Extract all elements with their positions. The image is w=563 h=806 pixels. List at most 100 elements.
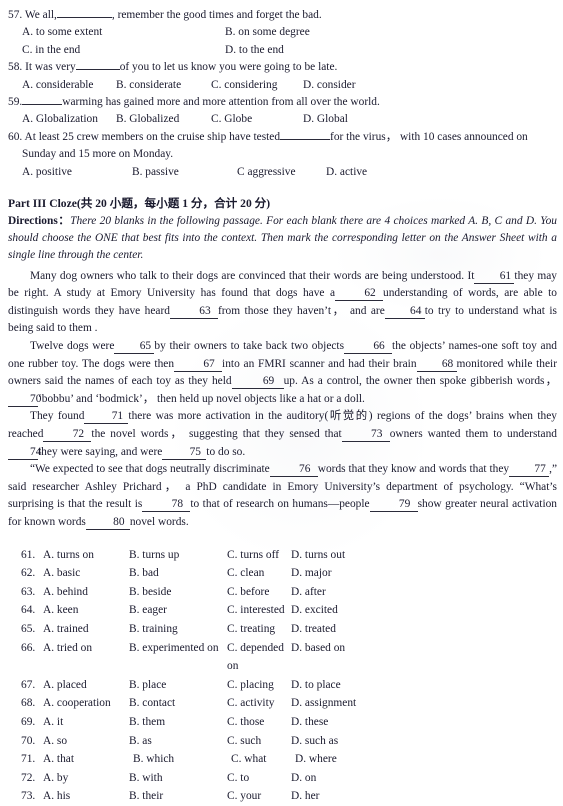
- choice-option-a[interactable]: A. it: [43, 713, 129, 732]
- choice-option-c[interactable]: C. placing: [227, 676, 291, 695]
- choice-option-a[interactable]: A. placed: [43, 676, 129, 695]
- cloze-blank-71[interactable]: 71: [84, 409, 129, 425]
- choice-option-d[interactable]: D. based on: [291, 639, 381, 676]
- option-d[interactable]: D. active: [326, 164, 367, 181]
- choice-option-c[interactable]: C. activity: [227, 694, 291, 713]
- choice-option-d[interactable]: D. to place: [291, 676, 381, 695]
- choice-option-b[interactable]: B. them: [129, 713, 227, 732]
- choice-option-d[interactable]: D. turns out: [291, 546, 381, 565]
- choice-option-a[interactable]: A. trained: [43, 620, 129, 639]
- choice-option-b[interactable]: B. their: [129, 787, 227, 806]
- choice-option-d[interactable]: D. assignment: [291, 694, 381, 713]
- choice-option-d[interactable]: D. her: [291, 787, 381, 806]
- option-a[interactable]: A. to some extent: [22, 24, 225, 41]
- choice-option-b[interactable]: B. place: [129, 676, 227, 695]
- cloze-blank-70[interactable]: 70: [8, 392, 41, 407]
- choice-option-b[interactable]: B. beside: [129, 583, 227, 602]
- choice-option-a[interactable]: A. his: [43, 787, 129, 806]
- cloze-blank-74[interactable]: 74: [8, 445, 41, 460]
- question-60: 60. At least 25 crew members on the crui…: [8, 129, 557, 181]
- option-a[interactable]: A. positive: [22, 164, 132, 181]
- choice-option-b[interactable]: B. experimented on: [129, 639, 227, 676]
- choice-option-a[interactable]: A. that: [43, 750, 129, 769]
- choice-option-b[interactable]: B. bad: [129, 564, 227, 583]
- cloze-blank-73[interactable]: 73: [341, 427, 390, 443]
- cloze-blank-62[interactable]: 62: [335, 286, 384, 302]
- choice-option-c[interactable]: C. those: [227, 713, 291, 732]
- choice-option-d[interactable]: D. where: [295, 750, 385, 769]
- choice-option-c[interactable]: C. to: [227, 769, 291, 788]
- cloze-blank-68[interactable]: 68: [416, 357, 457, 372]
- cloze-blank-67[interactable]: 67: [174, 357, 223, 372]
- option-b[interactable]: B. considerate: [116, 77, 211, 94]
- choice-option-c[interactable]: C. clean: [227, 564, 291, 583]
- choice-option-b[interactable]: B. eager: [129, 601, 227, 620]
- cloze-blank-61[interactable]: 61: [474, 269, 515, 284]
- passage-text: words that they know and words that they: [317, 463, 510, 476]
- choice-option-d[interactable]: D. after: [291, 583, 381, 602]
- option-c[interactable]: C aggressive: [237, 164, 326, 181]
- choice-option-a[interactable]: A. so: [43, 732, 129, 751]
- choice-row: 66. A. tried on B. experimented on C. de…: [8, 639, 557, 676]
- option-b[interactable]: B. on some degree: [225, 24, 310, 41]
- option-d[interactable]: D. to the end: [225, 42, 284, 59]
- option-c[interactable]: C. in the end: [22, 42, 225, 59]
- cloze-blank-80[interactable]: 80: [85, 515, 130, 530]
- cloze-blank-72[interactable]: 72: [43, 427, 92, 443]
- stem-text-before: It was very: [25, 61, 76, 74]
- passage-text: by their owners to take back two objects: [154, 340, 345, 353]
- option-b[interactable]: B. Globalized: [116, 111, 211, 128]
- choice-option-c[interactable]: C. depended on: [227, 639, 291, 676]
- cloze-blank-66[interactable]: 66: [344, 339, 393, 355]
- option-a[interactable]: A. considerable: [22, 77, 116, 94]
- cloze-blank-77[interactable]: 77: [509, 462, 550, 478]
- choice-option-c[interactable]: C. your: [227, 787, 291, 806]
- choice-option-d[interactable]: D. these: [291, 713, 381, 732]
- choice-option-c[interactable]: C. before: [227, 583, 291, 602]
- choice-option-b[interactable]: B. with: [129, 769, 227, 788]
- cloze-blank-76[interactable]: 76: [269, 462, 318, 478]
- answer-blank[interactable]: [280, 138, 331, 140]
- choice-row: 62. A. basic B. bad C. clean D. major: [8, 564, 557, 583]
- choice-option-d[interactable]: D. major: [291, 564, 381, 583]
- choice-option-c[interactable]: C. what: [231, 750, 295, 769]
- option-c[interactable]: C. considering: [211, 77, 303, 94]
- choice-option-b[interactable]: B. contact: [129, 694, 227, 713]
- choice-option-a[interactable]: A. by: [43, 769, 129, 788]
- choice-option-d[interactable]: D. excited: [291, 601, 381, 620]
- choice-option-a[interactable]: A. turns on: [43, 546, 129, 565]
- choice-option-a[interactable]: A. cooperation: [43, 694, 129, 713]
- cloze-blank-75[interactable]: 75: [162, 445, 207, 460]
- choice-option-d[interactable]: D. on: [291, 769, 381, 788]
- choice-option-a[interactable]: A. keen: [43, 601, 129, 620]
- question-number: 58.: [8, 61, 23, 74]
- cloze-blank-65[interactable]: 65: [114, 339, 155, 355]
- answer-blank[interactable]: [22, 104, 63, 106]
- answer-blank[interactable]: [75, 69, 120, 71]
- cloze-blank-79[interactable]: 79: [369, 497, 418, 513]
- choice-option-b[interactable]: B. which: [129, 750, 231, 769]
- choice-option-c[interactable]: C. turns off: [227, 546, 291, 565]
- option-c[interactable]: C. Globe: [211, 111, 303, 128]
- answer-blank[interactable]: [56, 17, 112, 18]
- choice-option-b[interactable]: B. turns up: [129, 546, 227, 565]
- choice-option-c[interactable]: C. treating: [227, 620, 291, 639]
- choice-option-a[interactable]: A. tried on: [43, 639, 129, 676]
- choice-option-a[interactable]: A. basic: [43, 564, 129, 583]
- option-d[interactable]: D. Global: [303, 111, 348, 128]
- choice-option-c[interactable]: C. interested: [227, 601, 291, 620]
- choice-option-d[interactable]: D. treated: [291, 620, 381, 639]
- cloze-blank-69[interactable]: 69: [231, 374, 284, 390]
- option-b[interactable]: B. passive: [132, 164, 237, 181]
- choice-number: 69.: [21, 715, 36, 728]
- choice-option-b[interactable]: B. training: [129, 620, 227, 639]
- cloze-blank-63[interactable]: 63: [169, 304, 218, 319]
- choice-option-b[interactable]: B. as: [129, 732, 227, 751]
- choice-option-a[interactable]: A. behind: [43, 583, 129, 602]
- choice-option-d[interactable]: D. such as: [291, 732, 381, 751]
- option-d[interactable]: D. consider: [303, 77, 356, 94]
- cloze-blank-64[interactable]: 64: [384, 304, 425, 319]
- option-a[interactable]: A. Globalization: [22, 111, 116, 128]
- cloze-blank-78[interactable]: 78: [142, 497, 191, 513]
- choice-option-c[interactable]: C. such: [227, 732, 291, 751]
